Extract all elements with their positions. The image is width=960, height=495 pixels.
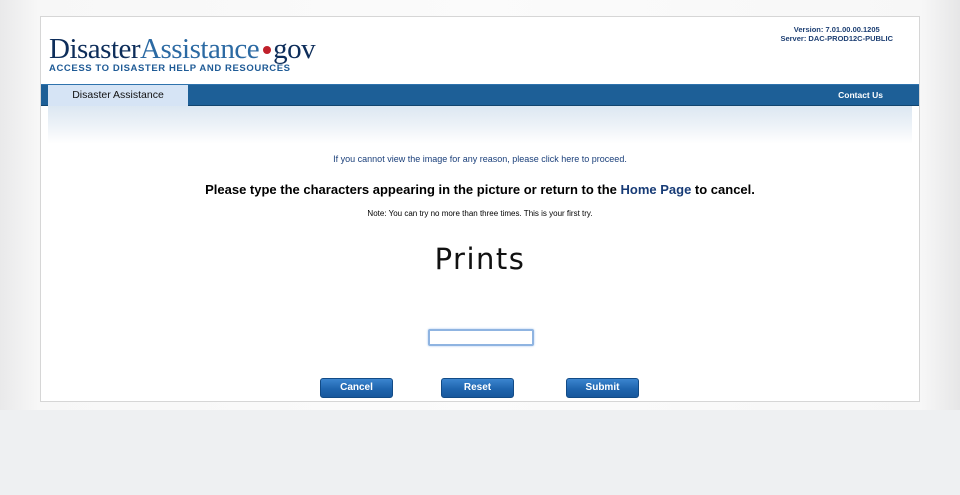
home-page-link[interactable]: Home Page xyxy=(621,182,692,197)
captcha-input[interactable] xyxy=(428,329,534,346)
logo-word-gov: gov xyxy=(273,33,316,65)
submit-button[interactable]: Submit xyxy=(566,378,639,398)
contact-us-link[interactable]: Contact Us xyxy=(838,85,883,106)
nav-tab-disaster-assistance[interactable]: Disaster Assistance xyxy=(48,85,188,106)
cancel-button[interactable]: Cancel xyxy=(320,378,393,398)
instruction-text-prefix: Please type the characters appearing in … xyxy=(205,182,621,197)
instruction-text-suffix: to cancel. xyxy=(691,182,755,197)
site-logo[interactable]: DisasterAssistance gov xyxy=(49,33,316,65)
logo-dot-icon xyxy=(263,46,272,55)
version-info: Version: 7.01.00.00.1205 Server: DAC-PRO… xyxy=(780,25,893,43)
proceed-link[interactable]: If you cannot view the image for any rea… xyxy=(41,154,919,164)
server-text: Server: DAC-PROD12C-PUBLIC xyxy=(780,34,893,43)
page-footer-background xyxy=(0,410,960,495)
attempt-note: Note: You can try no more than three tim… xyxy=(367,209,593,218)
captcha-image: Prints xyxy=(434,242,526,276)
band-edge-right xyxy=(912,106,919,144)
site-tagline: ACCESS TO DISASTER HELP AND RESOURCES xyxy=(49,63,291,74)
captcha-instruction: Please type the characters appearing in … xyxy=(41,182,919,197)
logo-word-assistance: Assistance xyxy=(140,33,260,65)
reset-button[interactable]: Reset xyxy=(441,378,514,398)
logo-word-disaster: Disaster xyxy=(49,33,141,65)
band-edge-left xyxy=(41,106,48,144)
main-panel: DisasterAssistance gov ACCESS TO DISASTER… xyxy=(40,16,920,402)
nav-shadow-band xyxy=(41,106,919,144)
main-nav-bar: Disaster Assistance Contact Us xyxy=(41,84,919,106)
version-text: Version: 7.01.00.00.1205 xyxy=(793,25,880,34)
